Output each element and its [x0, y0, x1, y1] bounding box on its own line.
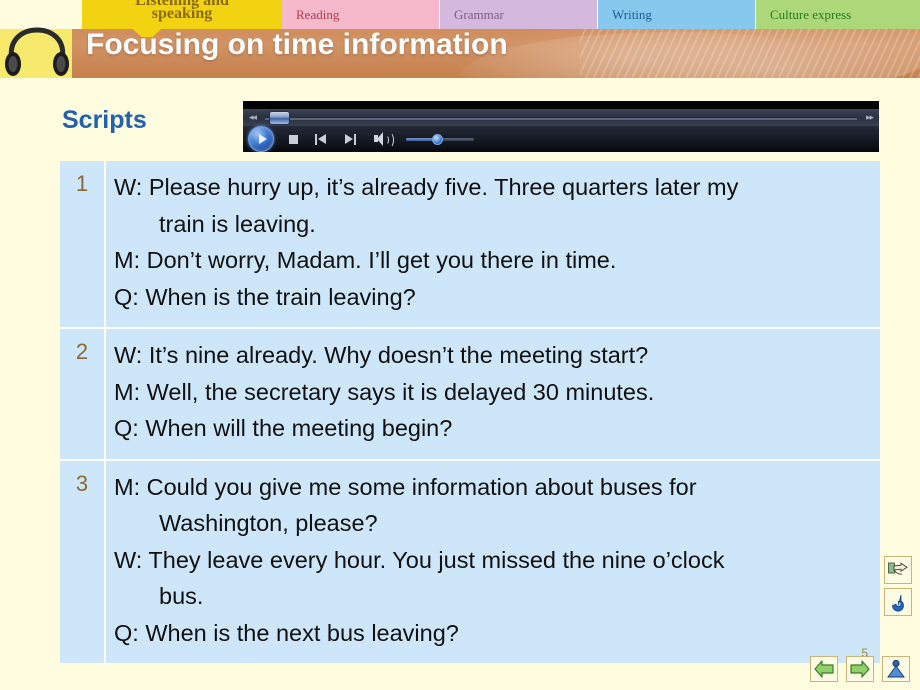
home-button[interactable]	[882, 656, 910, 682]
tab-listening-and-speaking[interactable]: Listening and speaking	[82, 0, 282, 29]
previous-slide-button[interactable]	[810, 656, 838, 682]
tab-reading[interactable]: Reading	[282, 0, 440, 29]
script-line: W: It’s nine already. Why doesn’t the me…	[114, 342, 649, 368]
section-title: Scripts	[62, 106, 147, 134]
headphones-icon	[5, 27, 69, 76]
fast-forward-icon[interactable]: ▸▸	[866, 112, 874, 123]
tab-writing-label: Writing	[612, 6, 652, 22]
script-text: M: Could you give me some information ab…	[106, 461, 880, 664]
stop-icon[interactable]	[289, 134, 298, 144]
script-line: M: Don’t worry, Madam. I’ll get you ther…	[114, 247, 617, 273]
player-seek-bar[interactable]: ◂◂ ▸▸	[243, 109, 879, 126]
arrow-left-icon	[814, 660, 834, 678]
script-line: M: Well, the secretary says it is delaye…	[114, 378, 655, 405]
script-line: W: They leave every hour. You just misse…	[114, 546, 725, 573]
undo-arrow-icon	[892, 594, 904, 612]
topic-tab-bar: Listening and speaking Reading Grammar W…	[0, 0, 920, 29]
script-number: 2	[60, 329, 106, 459]
table-row: 2 W: It’s nine already. Why doesn’t the …	[60, 329, 880, 461]
script-line: M: Could you give me some information ab…	[114, 473, 697, 500]
player-controls	[243, 126, 879, 152]
script-text: W: It’s nine already. Why doesn’t the me…	[106, 329, 880, 459]
tab-listening-label-line2: speaking	[151, 5, 213, 22]
header-banner: Focusing on time information	[0, 21, 920, 78]
script-line: train is leaving.	[159, 210, 316, 237]
script-text: W: Please hurry up, it’s already five. T…	[106, 161, 880, 327]
volume-slider-thumb[interactable]	[432, 133, 443, 145]
volume-slider[interactable]	[406, 133, 474, 145]
arrow-right-icon	[850, 660, 870, 678]
script-line: W: Please hurry up, it’s already five. T…	[114, 174, 739, 200]
table-row: 1 W: Please hurry up, it’s already five.…	[60, 161, 880, 329]
pointing-hand-icon	[888, 562, 908, 575]
tab-culture-express-label: Culture express	[770, 6, 852, 22]
banner-body: Focusing on time information	[72, 22, 920, 78]
media-player[interactable]: ◂◂ ▸▸	[243, 101, 879, 152]
table-row: 3 M: Could you give me some information …	[60, 460, 880, 664]
side-icon-buttons	[884, 556, 912, 620]
previous-track-icon[interactable]	[315, 133, 327, 145]
script-line: Q: When will the meeting begin?	[114, 415, 453, 441]
script-number: 3	[60, 460, 106, 663]
tab-culture-express[interactable]: Culture express	[756, 0, 920, 29]
tab-bar-spacer	[0, 0, 82, 29]
tab-reading-label: Reading	[296, 6, 340, 22]
next-track-icon[interactable]	[344, 133, 356, 145]
volume-icon[interactable]	[374, 132, 394, 148]
seek-track[interactable]	[265, 117, 857, 120]
rewind-icon[interactable]: ◂◂	[249, 112, 257, 123]
undo-button[interactable]	[884, 588, 912, 616]
script-line: bus.	[159, 583, 204, 609]
tab-grammar-label: Grammar	[454, 6, 504, 22]
script-line: Washington, please?	[159, 510, 378, 536]
script-line: Q: When is the train leaving?	[114, 283, 416, 310]
play-icon[interactable]	[248, 126, 274, 152]
bottom-navigation	[810, 656, 910, 682]
pointing-hand-button[interactable]	[884, 556, 912, 584]
seek-thumb[interactable]	[269, 111, 290, 125]
tab-writing[interactable]: Writing	[598, 0, 756, 29]
home-person-icon	[887, 659, 905, 678]
next-slide-button[interactable]	[846, 656, 874, 682]
script-number: 1	[60, 161, 106, 327]
script-line: Q: When is the next bus leaving?	[114, 619, 459, 646]
scripts-table: 1 W: Please hurry up, it’s already five.…	[60, 161, 880, 663]
tab-grammar[interactable]: Grammar	[440, 0, 598, 29]
